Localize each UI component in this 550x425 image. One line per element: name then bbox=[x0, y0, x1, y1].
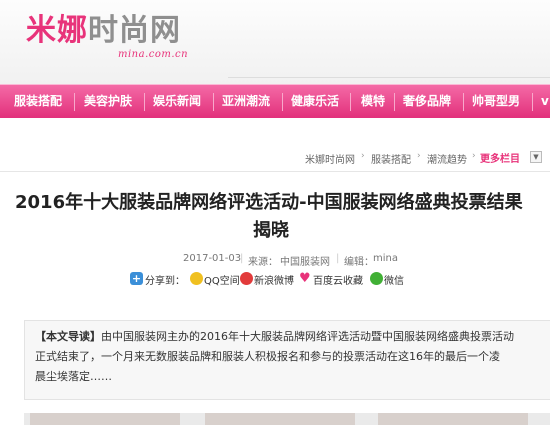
site-header: 米娜时尚网 mina.com.cn bbox=[0, 0, 550, 84]
share-plus-icon[interactable]: + bbox=[130, 272, 143, 285]
nav-separator bbox=[532, 93, 533, 111]
article-title-line2: 揭晓 bbox=[253, 220, 289, 241]
weibo-icon[interactable] bbox=[240, 272, 253, 285]
meta-separator: | bbox=[240, 253, 244, 264]
summary-line-3: 晨尘埃落定…… bbox=[35, 370, 112, 383]
header-divider bbox=[228, 77, 550, 78]
breadcrumb-chevron-icon: › bbox=[472, 151, 476, 161]
article-title: 2016年十大服装品牌网络评选活动-中国服装网络盛典投票结果 揭晓 bbox=[0, 190, 550, 250]
site-logo[interactable]: 米娜时尚网 mina.com.cn bbox=[26, 13, 188, 61]
summary-label: 【本文导读】 bbox=[35, 330, 101, 343]
source-label: 来源： bbox=[248, 257, 278, 268]
main-nav: 服装搭配 美容护肤 娱乐新闻 亚洲潮流 健康乐活 模特 奢侈品牌 帅哥型男 v bbox=[0, 84, 550, 118]
breadcrumb-chevron-icon: › bbox=[417, 151, 421, 161]
article-source[interactable]: 中国服装网 bbox=[280, 253, 330, 268]
share-baidu-cloud[interactable]: 百度云收藏 bbox=[313, 272, 363, 288]
logo-text-gray: 时尚网 bbox=[88, 13, 181, 48]
wechat-icon[interactable] bbox=[370, 272, 383, 285]
breadcrumb-chevron-icon: › bbox=[361, 151, 365, 161]
nav-item-asia-trend[interactable]: 亚洲潮流 bbox=[222, 85, 270, 118]
share-weibo[interactable]: 新浪微博 bbox=[254, 272, 294, 288]
summary-line-1: 由中国服装网主办的2016年十大服装品牌网络评选活动暨中国服装网络盛典投票活动 bbox=[101, 330, 514, 343]
nav-separator bbox=[144, 93, 145, 111]
nav-separator bbox=[213, 93, 214, 111]
nav-item-models[interactable]: 模特 bbox=[361, 85, 385, 118]
nav-item-beauty[interactable]: 美容护肤 bbox=[84, 85, 132, 118]
more-sections-link[interactable]: 更多栏目 bbox=[480, 150, 520, 165]
breadcrumb-home[interactable]: 米娜时尚网 bbox=[305, 151, 355, 166]
nav-item-health[interactable]: 健康乐活 bbox=[291, 85, 339, 118]
nav-item-entertainment[interactable]: 娱乐新闻 bbox=[153, 85, 201, 118]
meta-separator: | bbox=[336, 253, 340, 264]
article-image bbox=[378, 413, 528, 425]
article-editor: mina bbox=[373, 253, 398, 264]
summary-line-2: 正式结束了，一个月来无数服装品牌和服装人积极报名和参与的投票活动在这16年的最后… bbox=[35, 350, 500, 363]
nav-item-men[interactable]: 帅哥型男 bbox=[472, 85, 520, 118]
nav-separator bbox=[350, 93, 351, 111]
article-image bbox=[205, 413, 355, 425]
nav-item-luxury[interactable]: 奢侈品牌 bbox=[403, 85, 451, 118]
share-wechat[interactable]: 微信 bbox=[384, 272, 404, 288]
breadcrumb-fashion[interactable]: 服装搭配 bbox=[371, 151, 411, 166]
article-summary: 【本文导读】由中国服装网主办的2016年十大服装品牌网络评选活动暨中国服装网络盛… bbox=[24, 320, 550, 400]
article-image bbox=[30, 413, 180, 425]
share-qzone[interactable]: QQ空间 bbox=[204, 272, 240, 288]
logo-url: mina.com.cn bbox=[118, 49, 189, 60]
nav-item-fashion[interactable]: 服装搭配 bbox=[14, 85, 62, 118]
more-dropdown-icon[interactable]: ▼ bbox=[530, 151, 542, 163]
nav-separator bbox=[394, 93, 395, 111]
breadcrumb-divider bbox=[0, 171, 550, 172]
qzone-icon[interactable] bbox=[190, 272, 203, 285]
logo-text-pink: 米娜 bbox=[26, 13, 88, 48]
article-date: 2017-01-03 bbox=[183, 253, 242, 264]
nav-separator bbox=[282, 93, 283, 111]
heart-icon[interactable]: ♥ bbox=[299, 272, 312, 285]
share-label: 分享到： bbox=[145, 276, 185, 287]
nav-separator bbox=[463, 93, 464, 111]
article-title-line1: 2016年十大服装品牌网络评选活动-中国服装网络盛典投票结果 bbox=[15, 192, 523, 213]
nav-item-overflow[interactable]: v bbox=[541, 85, 549, 118]
breadcrumb-trend[interactable]: 潮流趋势 bbox=[427, 151, 467, 166]
editor-label: 编辑： bbox=[344, 257, 374, 268]
nav-separator bbox=[74, 93, 75, 111]
